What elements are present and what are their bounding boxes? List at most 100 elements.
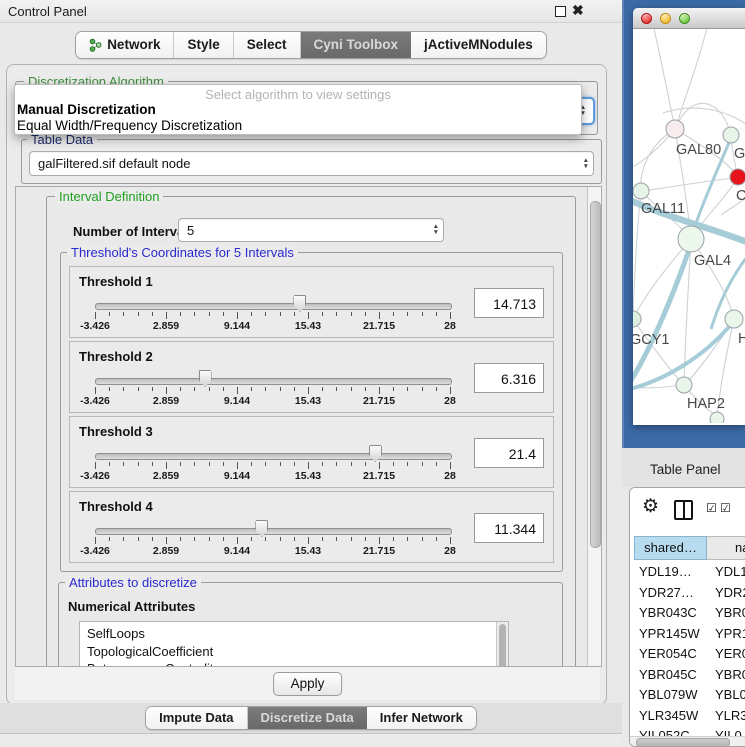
network-node[interactable] [633,183,649,199]
cell-shared-name: YDR27… [634,583,707,604]
slider-track[interactable] [95,453,452,460]
slider-track[interactable] [95,528,452,535]
close-traffic-light[interactable] [641,13,652,24]
column-header-shared-name[interactable]: shared… [634,536,707,560]
tick-label: 15.43 [295,395,321,407]
threshold-value-field[interactable]: 6.316 [474,363,544,393]
attribute-list-item[interactable]: SelfLoops [80,622,508,643]
network-node[interactable] [710,412,724,423]
tab-select[interactable]: Select [233,32,300,58]
tab-discretize-data[interactable]: Discretize Data [247,707,367,729]
tick-label: 9.144 [224,395,250,407]
tick-label: 28 [444,395,456,407]
top-tabs-group: Network Style SelectCyni Toolbox jActiveMNo… [75,31,547,59]
slider-track[interactable] [95,378,452,385]
tab-cyni-toolbox[interactable]: Cyni Toolbox [300,32,412,58]
attribute-list-item[interactable]: BetweennessCentrality [80,660,508,667]
threshold-value-field[interactable]: 21.4 [474,438,544,468]
table-row[interactable]: YLR345WYLR3 [634,706,745,727]
slider-tick-labels: -3.4262.8599.14415.4321.71528 [95,320,450,332]
network-node[interactable] [666,120,684,138]
tick-label: 9.144 [224,320,250,332]
dropdown-option[interactable]: Equal Width/Frequency Discretization [15,118,581,134]
apply-strip: Apply [15,667,600,700]
numerical-attributes-list[interactable]: SelfLoopsTopologicalCoefficientBetweenne… [79,621,509,667]
tab-label: Infer Network [380,707,463,729]
tab-jactivemnodules[interactable]: jActiveMNodules [411,32,546,58]
node-label: GA [734,146,745,162]
float-window-icon[interactable] [555,6,566,17]
minimize-traffic-light[interactable] [660,13,671,24]
number-of-intervals-value: 5 [187,223,194,238]
network-node[interactable] [678,226,704,252]
network-canvas[interactable]: GAL80GACGAL11GAL4GCY1HHAP2 [633,29,745,423]
table-row[interactable]: YPR145WYPR1 [634,624,745,645]
gear-icon[interactable]: ⚙ [642,495,659,518]
tick-label: -3.426 [80,470,110,482]
table-row[interactable]: YBL079WYBL0 [634,685,745,706]
table-row[interactable]: YDR27…YDR2 [634,583,745,604]
close-icon[interactable]: ✖ [572,2,584,19]
tick-label: 28 [444,545,456,557]
table-body: YDL19…YDL1YDR27…YDR2YBR043CYBR0YPR145WYP… [634,562,745,747]
slider-track[interactable] [95,303,452,310]
zoom-traffic-light[interactable] [679,13,690,24]
table-row[interactable]: YER054CYER0 [634,644,745,665]
network-node[interactable] [633,311,641,327]
threshold-label: Threshold 1 [79,274,153,289]
tab-network[interactable]: Network [76,32,173,58]
dropdown-option[interactable]: Manual Discretization [15,102,581,118]
cell-shared-name: YDL19… [634,562,707,583]
checkbox-icon[interactable]: ☑ [720,501,731,515]
cyni-toolbox-panel: Discretization Algorithm ▲ ▼ Table Data … [6,64,607,705]
table-row[interactable]: YBR045CYBR0 [634,665,745,686]
table-header-row: shared… na [634,536,745,560]
network-node[interactable] [676,377,692,393]
table-row[interactable]: YBR043CYBR0 [634,603,745,624]
node-label: C [736,188,745,204]
tab-infer-network[interactable]: Infer Network [367,707,476,729]
threshold-panel: Threshold 1 -3.4262.8599.14415.4321.71528… [69,266,554,338]
cell-shared-name: YPR145W [634,624,707,645]
network-node[interactable] [730,169,745,185]
cell-shared-name: YBR043C [634,603,707,624]
apply-button[interactable]: Apply [273,672,343,696]
table-data-combobox[interactable]: galFiltered.sif default node ▲▼ [29,151,594,176]
slider-ticks [95,462,450,470]
threshold-value-field[interactable]: 11.344 [474,513,544,543]
numerical-attributes-label: Numerical Attributes [68,599,195,614]
attribute-list-item[interactable]: TopologicalCoefficient [80,643,508,661]
checkbox-icon[interactable]: ☑ [706,501,717,515]
number-of-intervals-label: Number of Intervals [73,224,195,239]
tab-style[interactable]: Style [173,32,232,58]
tick-label: 2.859 [153,470,179,482]
attributes-scrollbar[interactable] [496,622,508,667]
table-data-group: Table Data galFiltered.sif default node … [21,139,602,184]
network-window-titlebar [633,8,745,29]
column-header-name[interactable]: na [707,536,745,560]
tab-impute-data[interactable]: Impute Data [146,707,246,729]
threshold-label: Threshold 3 [79,424,153,439]
tab-label: Impute Data [159,707,233,729]
down-arrow-icon: ▼ [583,164,589,170]
table-row[interactable]: YDL19…YDL1 [634,562,745,583]
cell-name: YBL0 [707,685,745,706]
node-label: GAL11 [641,201,685,217]
tab-label: jActiveMNodules [424,32,533,58]
table-panel-header: Table Panel [622,448,745,487]
interval-definition-group: Interval Definition Number of Intervals … [46,196,576,667]
threshold-value-field[interactable]: 14.713 [474,288,544,318]
network-node[interactable] [723,127,739,143]
cell-name: YER0 [707,644,745,665]
interval-definition-title: Interval Definition [55,189,163,204]
network-window: GAL80GACGAL11GAL4GCY1HHAP2 [633,8,745,425]
tick-label: 2.859 [153,395,179,407]
cell-name: YPR1 [707,624,745,645]
settings-scrollbar[interactable] [587,187,601,666]
tab-label: Style [187,32,219,58]
settings-scrollpane: Interval Definition Number of Intervals … [15,186,602,667]
network-node[interactable] [725,310,743,328]
number-of-intervals-combobox[interactable]: 5 ▲▼ [178,218,444,242]
combo-stepper-icon: ▲▼ [433,219,439,241]
split-columns-icon[interactable] [674,500,693,520]
